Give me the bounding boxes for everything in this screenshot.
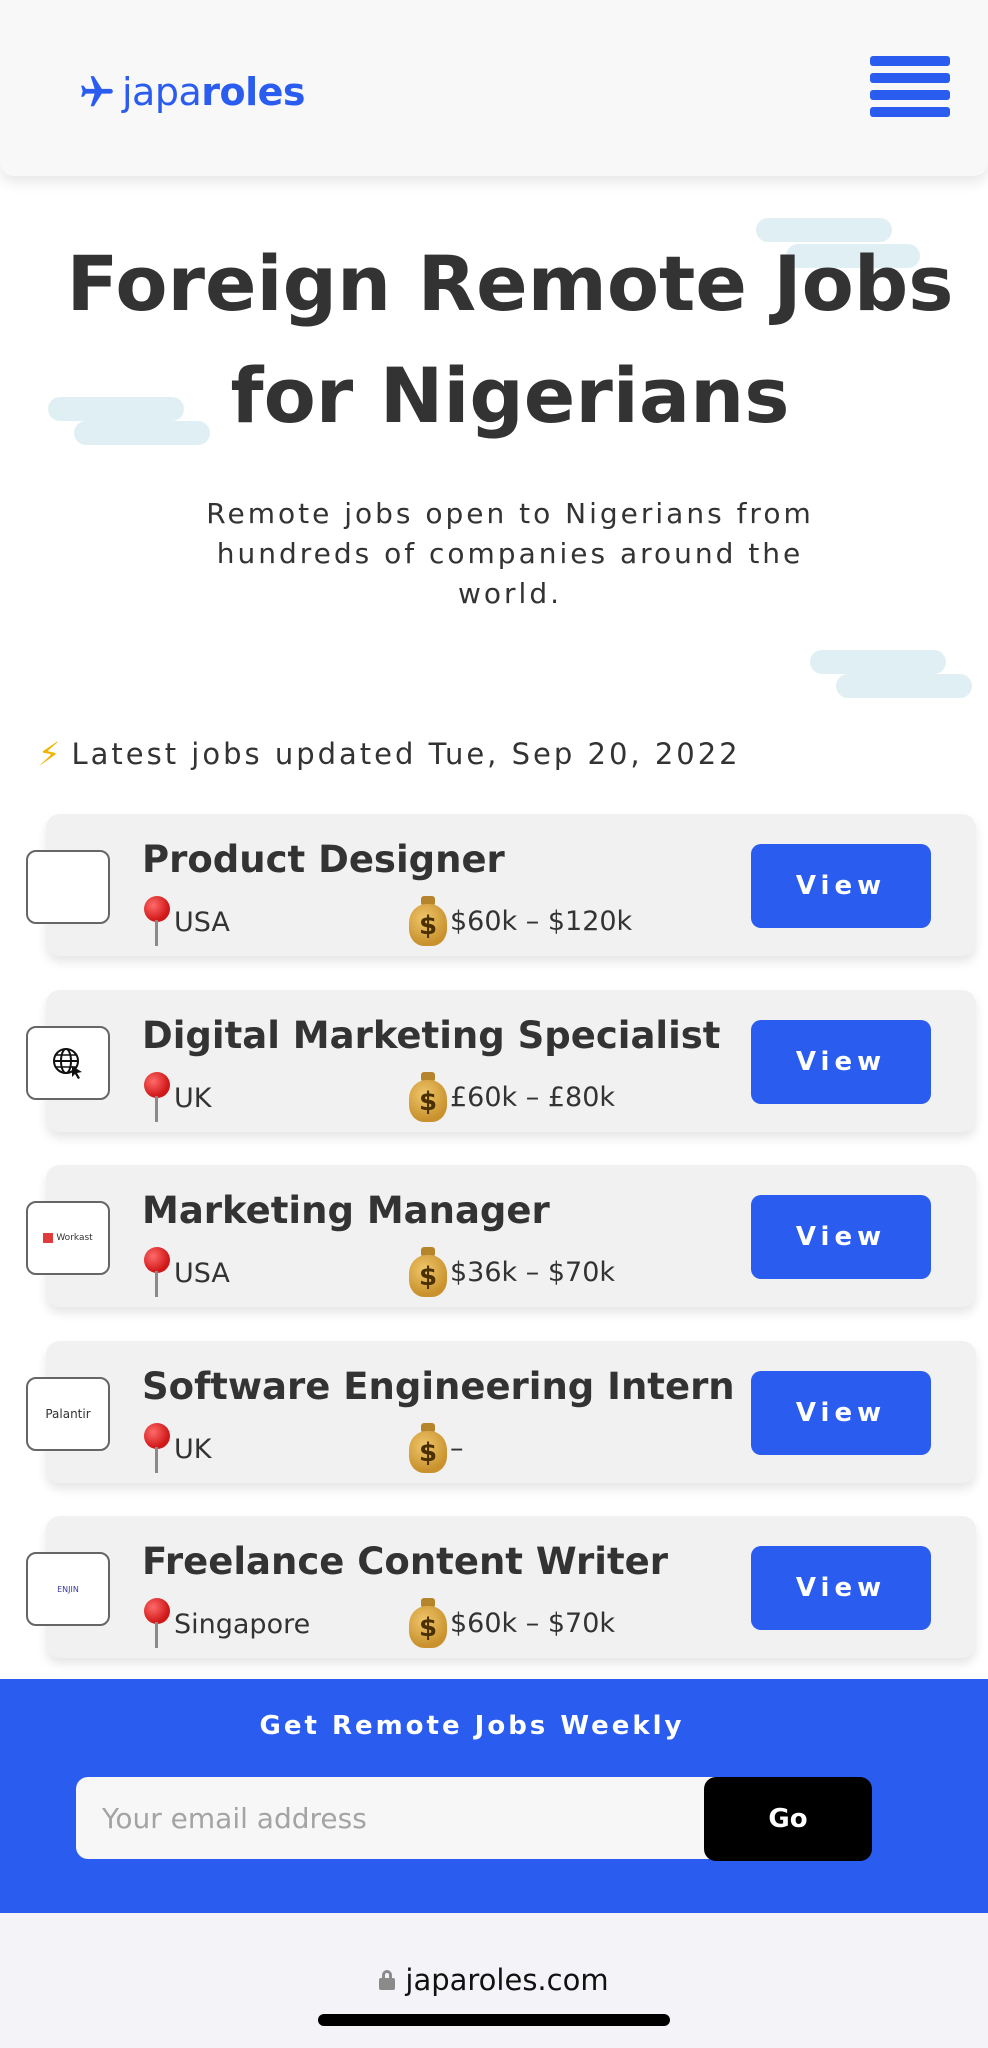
airplane-icon [81, 76, 113, 107]
page-title: Foreign Remote Jobs for Nigerians [60, 228, 960, 452]
company-logo: ENJIN [26, 1552, 110, 1626]
home-indicator[interactable] [318, 2014, 670, 2026]
title-line-1: Foreign Remote Jobs [66, 239, 954, 328]
cloud-decoration [810, 650, 946, 674]
company-logo: Palantir [26, 1377, 110, 1451]
workast-mark-icon [43, 1233, 54, 1243]
company-logo [26, 1026, 110, 1100]
job-salary: $ £60k – £80k [408, 1072, 615, 1122]
salary-text: $36k – $70k [450, 1256, 616, 1288]
lock-icon [379, 1970, 396, 1990]
job-title[interactable]: Marketing Manager [142, 1189, 550, 1232]
page-subtitle: Remote jobs open to Nigerians from hundr… [206, 497, 814, 610]
salary-text: £60k – £80k [450, 1081, 616, 1113]
job-title[interactable]: Digital Marketing Specialist [142, 1014, 721, 1057]
pushpin-icon [142, 1247, 170, 1299]
job-location: USA [142, 1247, 230, 1299]
location-text: USA [174, 906, 230, 938]
job-title[interactable]: Freelance Content Writer [142, 1540, 668, 1583]
view-job-button[interactable]: View [751, 1020, 931, 1104]
job-location: UK [142, 1423, 211, 1475]
job-title[interactable]: Product Designer [142, 838, 505, 881]
cloud-decoration [836, 674, 972, 698]
company-logo [26, 850, 110, 924]
lightning-icon: ⚡ [38, 735, 64, 773]
location-text: UK [174, 1433, 212, 1465]
site-logo[interactable]: japaroles [78, 70, 306, 114]
job-location: Singapore [142, 1598, 310, 1650]
title-line-2: for Nigerians [230, 351, 790, 440]
job-location: UK [142, 1072, 211, 1124]
pushpin-icon [142, 1423, 170, 1475]
location-text: Singapore [174, 1608, 311, 1640]
newsletter-title: Get Remote Jobs Weekly [259, 1711, 685, 1741]
salary-text: $60k – $70k [450, 1607, 616, 1639]
salary-text: – [450, 1432, 464, 1464]
jobs-updated-banner: ⚡ Latest jobs updated Tue, Sep 20, 2022 [38, 735, 741, 773]
pushpin-icon [142, 896, 170, 948]
email-input[interactable] [76, 1777, 728, 1859]
company-logo-text: Workast [56, 1233, 93, 1243]
location-text: UK [174, 1082, 212, 1114]
view-job-button[interactable]: View [751, 1546, 931, 1630]
job-card[interactable]: ENJIN Freelance Content Writer Singapore… [26, 1516, 976, 1658]
job-salary: $ $60k – $70k [408, 1598, 615, 1648]
job-salary: $ – [408, 1423, 464, 1473]
money-bag-icon: $ [408, 1598, 448, 1648]
view-job-button[interactable]: View [751, 1371, 931, 1455]
url-display[interactable]: japaroles.com [0, 1963, 988, 1997]
location-text: USA [174, 1257, 230, 1289]
pushpin-icon [142, 1072, 170, 1124]
job-card[interactable]: Workast Marketing Manager USA $ $36k – $7… [26, 1165, 976, 1307]
view-job-button[interactable]: View [751, 844, 931, 928]
globe-cursor-icon [53, 1048, 82, 1079]
money-bag-icon: $ [408, 1423, 448, 1473]
money-bag-icon: $ [408, 896, 448, 946]
company-logo: Workast [26, 1201, 110, 1275]
newsletter-section: Get Remote Jobs Weekly Go [0, 1679, 988, 1913]
money-bag-icon: $ [408, 1247, 448, 1297]
site-header: japaroles [0, 0, 988, 176]
job-card[interactable]: Digital Marketing Specialist UK $ £60k – … [26, 990, 976, 1132]
job-salary: $ $60k – $120k [408, 896, 632, 946]
url-text: japaroles.com [405, 1963, 609, 1997]
view-job-button[interactable]: View [751, 1195, 931, 1279]
job-salary: $ $36k – $70k [408, 1247, 615, 1297]
logo-text: japaroles [122, 70, 306, 114]
pushpin-icon [142, 1598, 170, 1650]
subscribe-button[interactable]: Go [704, 1777, 872, 1861]
browser-url-bar[interactable]: japaroles.com [0, 1913, 988, 2048]
job-title[interactable]: Software Engineering Intern [142, 1365, 735, 1408]
job-card[interactable]: Product Designer USA $ $60k – $120k View [26, 814, 976, 956]
hamburger-menu-icon[interactable] [870, 56, 950, 118]
salary-text: $60k – $120k [450, 905, 633, 937]
updated-text: Latest jobs updated Tue, Sep 20, 2022 [71, 737, 741, 771]
job-card[interactable]: Palantir Software Engineering Intern UK … [26, 1341, 976, 1483]
money-bag-icon: $ [408, 1072, 448, 1122]
job-location: USA [142, 896, 230, 948]
